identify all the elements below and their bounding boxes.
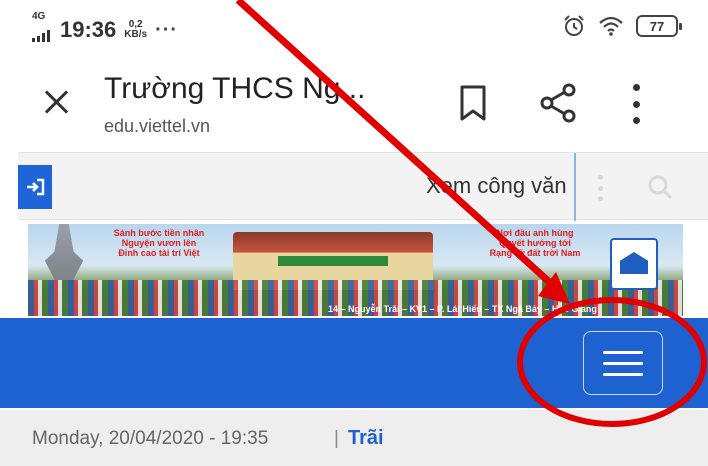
bookmark-icon[interactable] (456, 84, 490, 122)
school-address: 14 – Nguyễn Trãi – KV1 – P. Lái Hiếu – T… (328, 304, 597, 314)
battery-indicator: 77 (636, 15, 682, 37)
school-banner: Sánh bước tiền nhân Nguyện vươn lên Đỉnh… (28, 224, 683, 316)
status-bar: 4G 19:36 0,2 KB/s ··· 77 (0, 0, 708, 50)
alarm-clock-icon (564, 15, 584, 36)
search-icon[interactable] (646, 173, 674, 201)
slogan-right: Nơi đầu anh hùng Quyết hướng tới Rạng rỡ… (489, 228, 581, 258)
close-icon[interactable] (36, 82, 76, 122)
view-documents-link[interactable]: Xem công văn (426, 173, 567, 199)
wifi-icon (599, 16, 623, 36)
page-url: edu.viettel.vn (104, 116, 211, 136)
sign-in-icon[interactable] (18, 165, 52, 209)
more-vert-icon[interactable] (626, 84, 646, 124)
page-title: Trường THCS Ng... (104, 72, 366, 105)
slogan-left: Sánh bước tiền nhân Nguyện vươn lên Đỉnh… (113, 228, 205, 258)
signal-indicator: 4G (32, 12, 52, 48)
gate-sign (278, 256, 388, 266)
date-strip: Monday, 20/04/2020 - 19:35 | Trãi (0, 410, 708, 466)
current-datetime: Monday, 20/04/2020 - 19:35 (32, 428, 269, 449)
date-separator: | (334, 428, 339, 449)
user-link[interactable]: Trãi (348, 427, 384, 450)
share-icon[interactable] (538, 82, 578, 124)
signal-bars-icon (32, 30, 50, 42)
browser-toolbar: Trường THCS Ng... edu.viettel.vn (0, 60, 708, 145)
main-nav-bar (0, 318, 708, 408)
toolbar-divider (574, 153, 576, 221)
site-toolbar: Xem công văn (18, 152, 708, 221)
network-speed: 0,2 KB/s (124, 19, 148, 40)
hamburger-menu-icon[interactable] (583, 331, 663, 395)
more-notifications: ··· (155, 18, 179, 41)
school-logo (610, 238, 658, 290)
toolbar-more-icon[interactable] (596, 175, 604, 201)
clock-time: 19:36 (60, 17, 117, 42)
